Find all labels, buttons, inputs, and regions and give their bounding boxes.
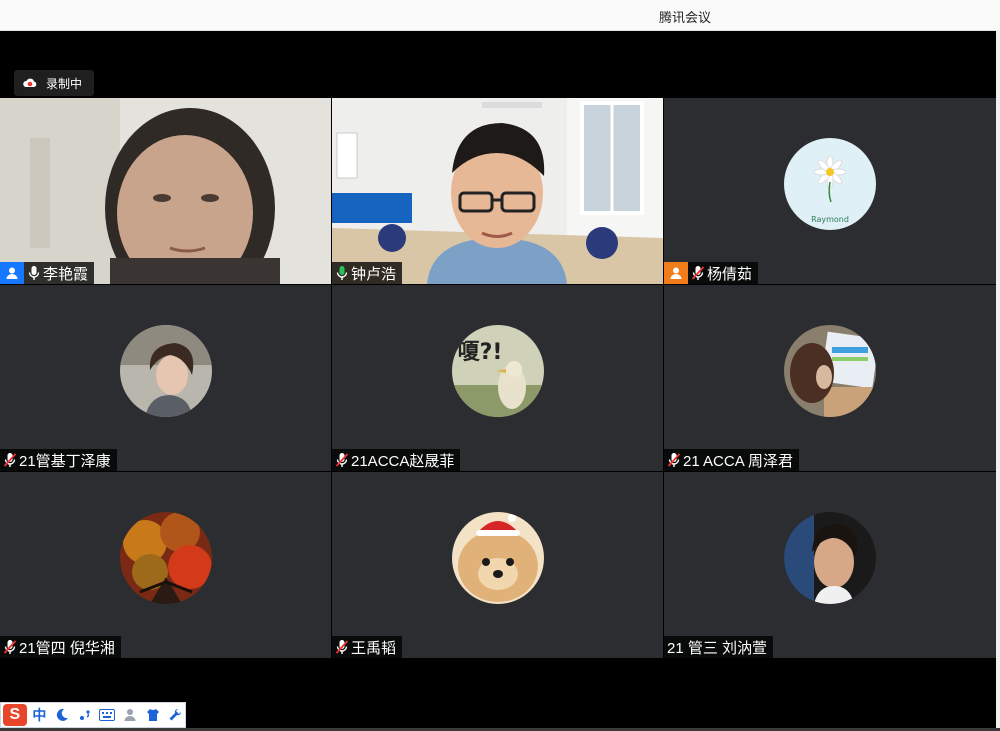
- participant-tile[interactable]: 21管四 倪华湘: [0, 472, 331, 658]
- user-icon[interactable]: [120, 705, 140, 725]
- window-title: 腾讯会议: [658, 10, 711, 25]
- participant-name: 钟卢浩: [351, 265, 397, 283]
- participant-name: 21ACCA赵晟菲: [351, 452, 455, 470]
- mic-muted-icon: [3, 640, 17, 654]
- language-mode-toggle[interactable]: 中: [30, 705, 50, 725]
- participant-avatar: [784, 324, 876, 417]
- mic-speaking-icon: [336, 266, 348, 280]
- recording-label: 录制中: [46, 76, 83, 91]
- cloud-record-icon: [23, 78, 37, 87]
- participant-namebar: 杨倩茹: [664, 262, 759, 284]
- mic-muted-icon: [335, 453, 349, 467]
- participant-namebar: 21管基丁泽康: [0, 449, 117, 471]
- participant-namebar: 王禹韬: [332, 636, 403, 658]
- ime-toolbar[interactable]: S 中: [0, 702, 186, 728]
- participant-name: 21管四 倪华湘: [19, 639, 115, 657]
- participant-tile[interactable]: 嗄?! 21ACCA赵晟菲: [332, 285, 663, 471]
- keyboard-icon[interactable]: [97, 705, 117, 725]
- participant-tile[interactable]: Raymond 杨倩茹: [664, 98, 996, 284]
- participant-tile-active[interactable]: 钟卢浩: [332, 98, 663, 284]
- participant-namebar: 21 管三 刘汭萱: [664, 636, 774, 658]
- mic-muted-icon: [335, 640, 349, 654]
- mic-muted-icon: [691, 266, 705, 280]
- video-grid: 李艳霞 钟卢浩 Raymond 杨倩茹 21管基丁泽康 嗄?! 21ACCA赵晟…: [0, 98, 996, 660]
- window-edge: [996, 30, 1000, 731]
- cohost-icon: [664, 262, 688, 284]
- punctuation-icon[interactable]: [75, 705, 95, 725]
- participant-avatar: [119, 324, 212, 417]
- participant-namebar: 21 ACCA 周泽君: [664, 449, 800, 471]
- participant-avatar: Raymond: [784, 137, 876, 230]
- participant-video: [0, 98, 331, 284]
- participant-name: 李艳霞: [43, 265, 89, 283]
- participant-namebar: 李艳霞: [0, 262, 95, 284]
- participant-name: 21管基丁泽康: [19, 452, 111, 470]
- avatar-text: 嗄?!: [457, 340, 502, 365]
- participant-name: 王禹韬: [351, 639, 397, 657]
- mic-muted-icon: [667, 453, 681, 467]
- participant-tile[interactable]: 21管基丁泽康: [0, 285, 331, 471]
- moon-icon[interactable]: [52, 705, 72, 725]
- participant-name: 21 管三 刘汭萱: [667, 639, 768, 657]
- participant-avatar: [784, 511, 876, 604]
- participant-avatar: [451, 511, 544, 604]
- participant-namebar: 钟卢浩: [332, 262, 403, 284]
- participant-tile[interactable]: 李艳霞: [0, 98, 331, 284]
- sogou-logo-icon[interactable]: S: [3, 704, 27, 726]
- participant-avatar: 嗄?!: [451, 324, 544, 417]
- participant-name: 杨倩茹: [707, 265, 753, 283]
- mic-on-icon: [28, 266, 40, 280]
- participant-namebar: 21管四 倪华湘: [0, 636, 121, 658]
- host-icon: [0, 262, 24, 284]
- participant-tile[interactable]: 21 ACCA 周泽君: [664, 285, 996, 471]
- recording-indicator[interactable]: 录制中: [14, 70, 95, 96]
- participant-namebar: 21ACCA赵晟菲: [332, 449, 461, 471]
- mic-muted-icon: [3, 453, 17, 467]
- wrench-icon[interactable]: [165, 705, 185, 725]
- participant-tile[interactable]: 21 管三 刘汭萱: [664, 472, 996, 658]
- title-bar: 腾讯会议: [0, 0, 1000, 31]
- participant-name: 21 ACCA 周泽君: [683, 452, 794, 470]
- avatar-text: Raymond: [811, 215, 849, 224]
- shirt-icon[interactable]: [143, 705, 163, 725]
- participant-tile[interactable]: 王禹韬: [332, 472, 663, 658]
- participant-avatar: [119, 511, 212, 604]
- participant-video: [332, 98, 663, 284]
